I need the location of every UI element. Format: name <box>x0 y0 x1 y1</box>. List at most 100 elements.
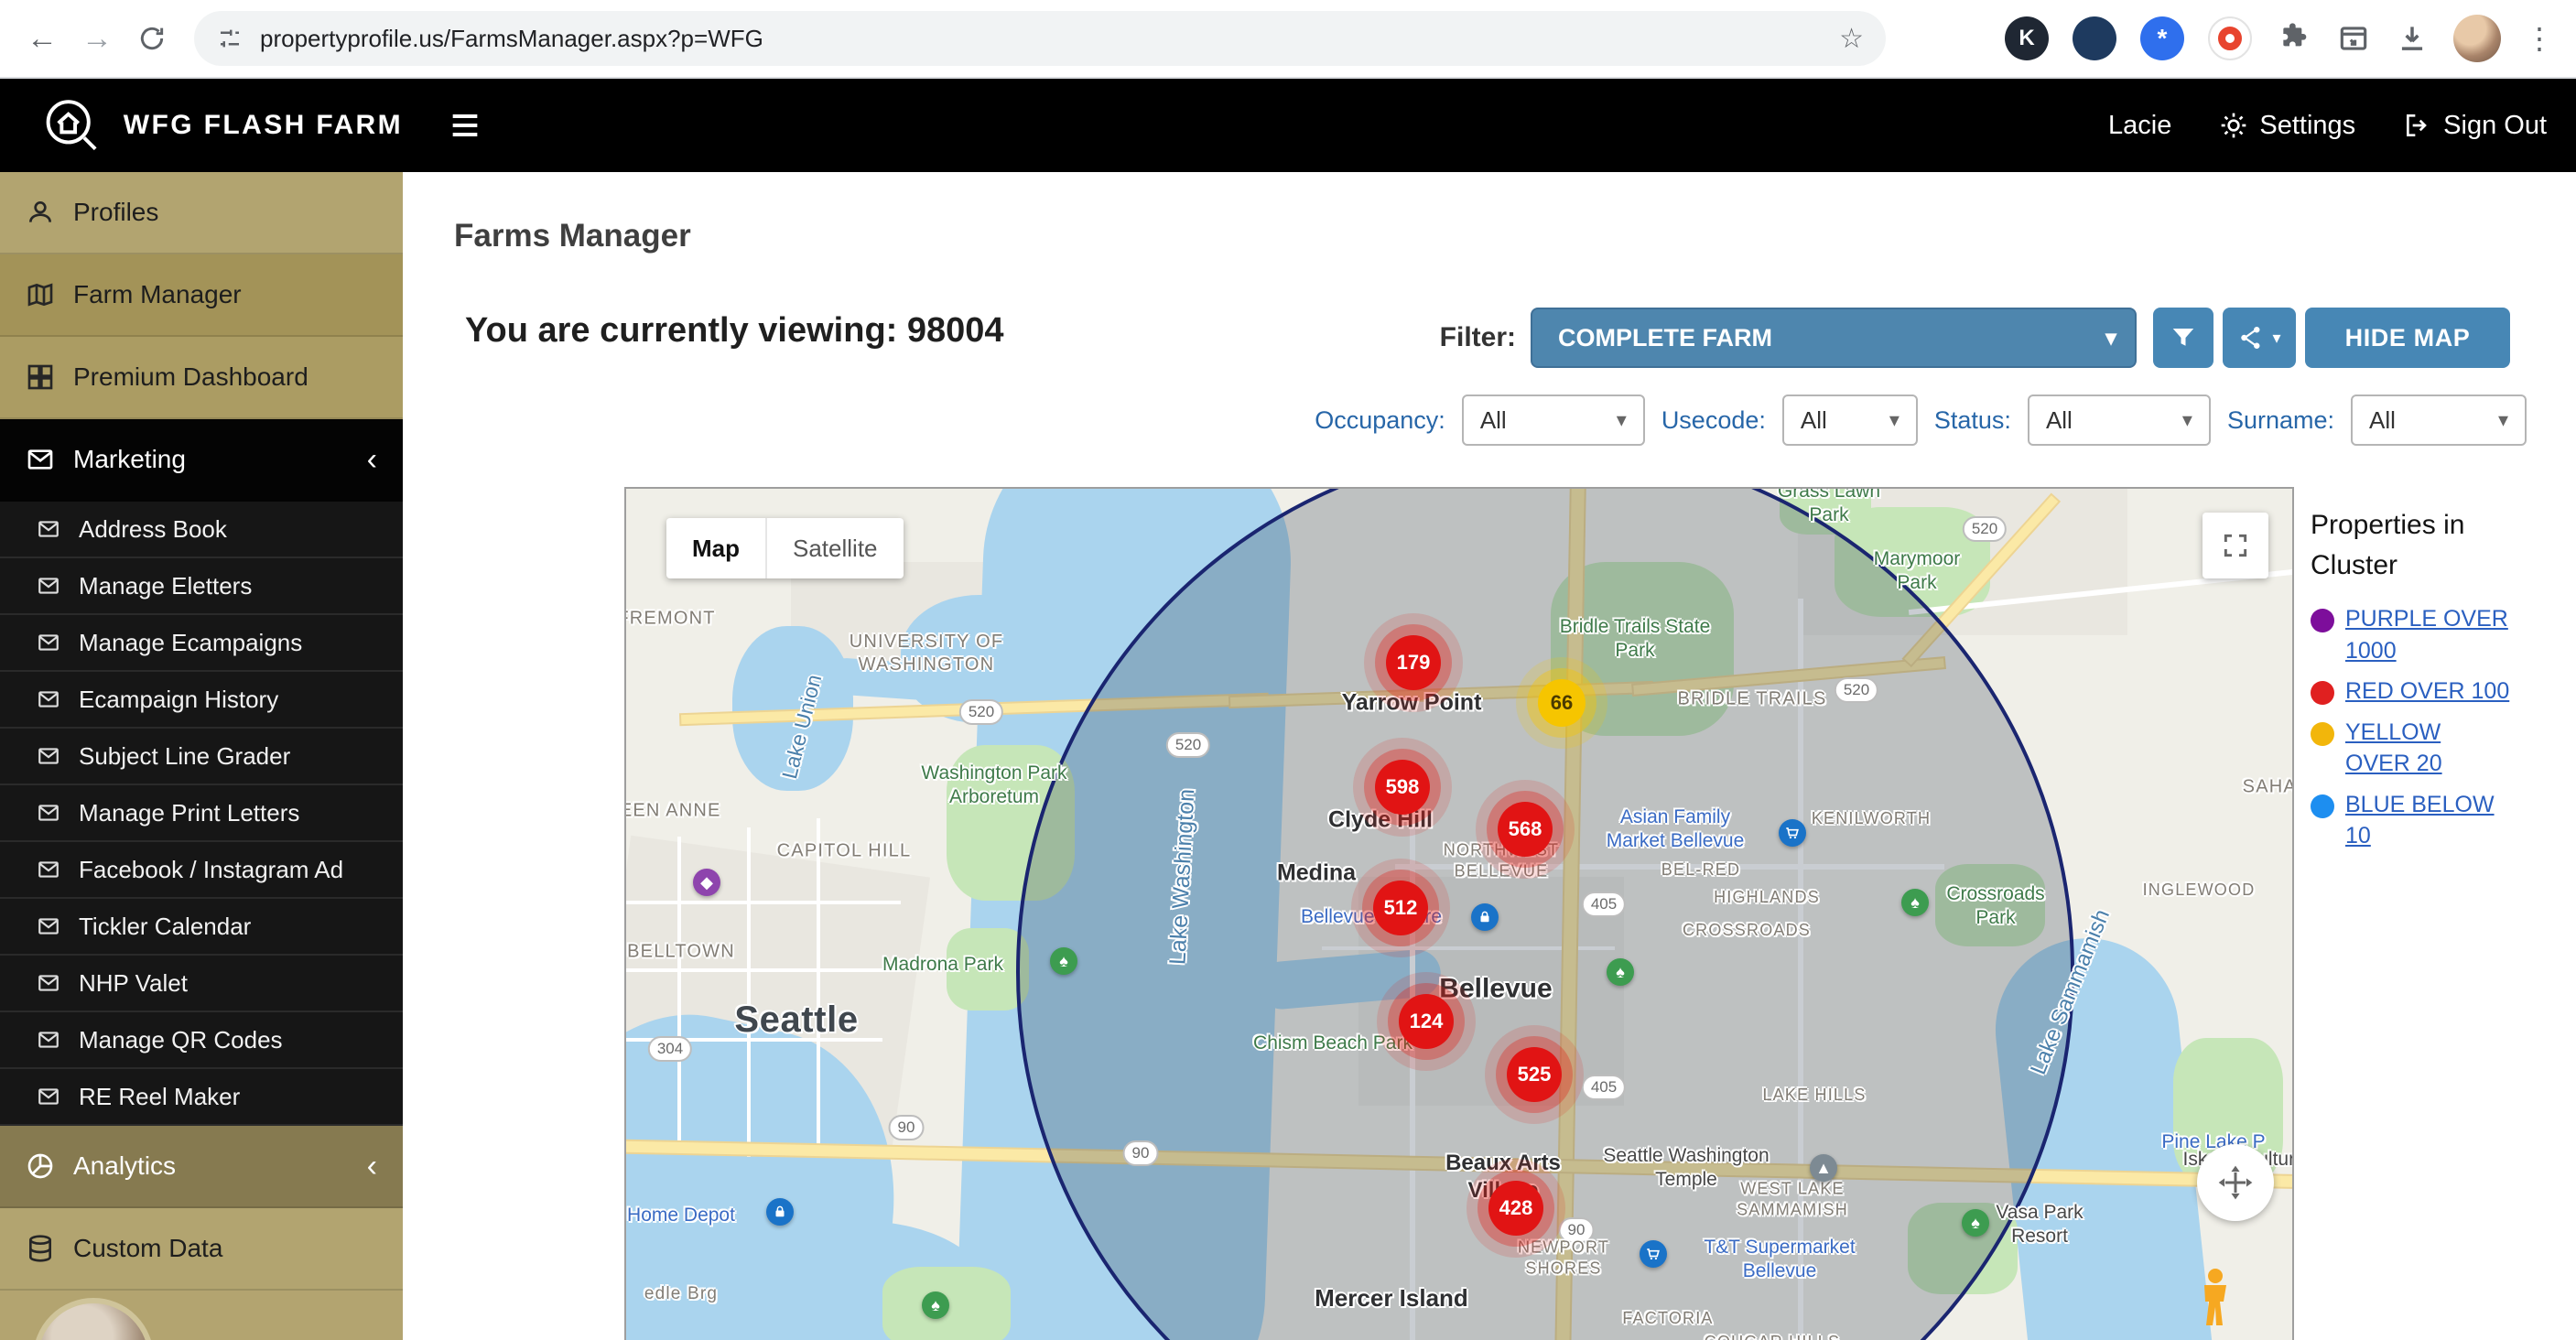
hide-map-button[interactable]: HIDE MAP <box>2305 308 2510 368</box>
user-name[interactable]: Lacie <box>2108 111 2171 141</box>
home-depot-poi-icon[interactable] <box>766 1198 794 1226</box>
settings-button[interactable]: Settings <box>2219 111 2355 141</box>
tree-poi-icon[interactable]: ♠ <box>1050 947 1077 975</box>
legend-label[interactable]: BLUE BELOW 10 <box>2345 789 2510 852</box>
sidebar-item-marketing[interactable]: Marketing ‹ <box>0 419 403 502</box>
sidebar-item-premium-dashboard[interactable]: Premium Dashboard <box>0 337 403 419</box>
chevron-collapse-icon: ‹ <box>367 1151 403 1182</box>
reload-icon[interactable] <box>124 11 179 66</box>
purple-dot-icon <box>2311 609 2334 632</box>
url-bar[interactable]: propertyprofile.us/FarmsManager.aspx?p=W… <box>194 11 1886 66</box>
tt-supermarket-cart-icon[interactable] <box>1640 1240 1667 1268</box>
temple-poi-icon[interactable]: ▲ <box>1810 1154 1837 1182</box>
sidebar-item-manage-eletters[interactable]: Manage Eletters <box>0 558 403 615</box>
map-view-button[interactable]: Map <box>666 518 767 578</box>
occupancy-select[interactable]: All ▾ <box>1462 394 1645 446</box>
brand-logo-area: WFG FLASH FARM <box>0 92 403 158</box>
sidebar-item-farm-manager[interactable]: Farm Manager <box>0 254 403 337</box>
signout-button[interactable]: Sign Out <box>2403 111 2547 141</box>
usecode-select[interactable]: All ▾ <box>1782 394 1918 446</box>
sidebar-item-subject-line-grader[interactable]: Subject Line Grader <box>0 729 403 785</box>
cluster-marker[interactable]: 568 <box>1498 802 1553 857</box>
bellevue-label: Bellevue <box>1439 971 1552 1006</box>
vasa-park-poi-icon[interactable]: ♠ <box>1962 1209 1989 1237</box>
database-icon <box>26 1234 55 1263</box>
status-select[interactable]: All ▾ <box>2028 394 2211 446</box>
viewing-text: You are currently viewing: 98004 <box>465 311 1004 351</box>
extension-ring-icon[interactable] <box>2208 16 2252 60</box>
route-shield-90: 90 <box>1123 1140 1159 1166</box>
cluster-marker[interactable]: 124 <box>1399 994 1454 1049</box>
sidebar-item-custom-data[interactable]: Custom Data <box>0 1208 403 1291</box>
sidebar-item-manage-qr-codes[interactable]: Manage QR Codes <box>0 1012 403 1069</box>
cluster-marker[interactable]: 512 <box>1373 881 1428 935</box>
browser-window-icon[interactable] <box>2336 21 2371 56</box>
url-text[interactable]: propertyprofile.us/FarmsManager.aspx?p=W… <box>260 25 1824 53</box>
cluster-marker[interactable]: 179 <box>1386 635 1441 690</box>
sidebar-item-analytics[interactable]: Analytics ‹ <box>0 1126 403 1208</box>
extension-asterisk-icon[interactable]: * <box>2140 16 2184 60</box>
extension-navy-icon[interactable] <box>2073 16 2116 60</box>
hide-map-label: HIDE MAP <box>2345 324 2471 352</box>
occupancy-value: All <box>1480 406 1507 435</box>
browser-toolbar: ← → propertyprofile.us/FarmsManager.aspx… <box>0 0 2576 79</box>
forward-icon[interactable]: → <box>70 11 124 66</box>
legend-label[interactable]: YELLOW OVER 20 <box>2345 717 2510 780</box>
wfg-logo-icon <box>40 92 103 158</box>
sidebar-item-tickler-calendar[interactable]: Tickler Calendar <box>0 899 403 956</box>
share-button[interactable]: ▾ <box>2223 308 2296 368</box>
filter-funnel-button[interactable] <box>2153 308 2213 368</box>
farm-filter-select[interactable]: COMPLETE FARM ▾ <box>1531 308 2137 368</box>
puzzle-icon[interactable] <box>2276 20 2312 57</box>
back-icon[interactable]: ← <box>15 11 70 66</box>
sidebar-user-avatar[interactable] <box>33 1298 154 1340</box>
hamburger-menu-icon[interactable] <box>447 107 483 144</box>
download-icon[interactable] <box>2395 21 2430 56</box>
sidebar-item-re-reel-maker[interactable]: RE Reel Maker <box>0 1069 403 1126</box>
yarrow-point-label: Yarrow Point <box>1342 688 1482 717</box>
sidebar-label: Ecampaign History <box>79 686 278 714</box>
browser-profile-avatar[interactable] <box>2453 15 2501 62</box>
satellite-view-button[interactable]: Satellite <box>767 518 904 578</box>
crossroads-park-poi-icon[interactable]: ♠ <box>1901 889 1929 916</box>
sidebar-item-address-book[interactable]: Address Book <box>0 502 403 558</box>
tree-poi-icon[interactable]: ♠ <box>1607 958 1634 986</box>
person-icon <box>26 198 55 227</box>
attraction-poi-icon[interactable]: ◆ <box>693 869 720 896</box>
asian-market-cart-icon[interactable] <box>1779 819 1806 847</box>
cluster-marker[interactable]: 428 <box>1488 1181 1543 1236</box>
cluster-legend: Properties in Cluster PURPLE OVER 1000 R… <box>2311 505 2534 861</box>
cluster-marker[interactable]: 66 <box>1538 679 1586 727</box>
browser-menu-icon[interactable]: ⋮ <box>2525 21 2554 56</box>
sidebar-label: Manage QR Codes <box>79 1026 283 1054</box>
cluster-marker[interactable]: 598 <box>1375 760 1430 815</box>
extension-k-icon[interactable]: K <box>2005 16 2049 60</box>
street <box>817 818 820 1157</box>
sidebar-item-profiles[interactable]: Profiles <box>0 172 403 254</box>
bridle-trails-label: BRIDLE TRAILS <box>1677 688 1826 711</box>
factoria-label: FACTORIA <box>1622 1308 1713 1329</box>
tree-poi-icon[interactable]: ♠ <box>922 1291 949 1319</box>
sidebar-item-manage-print-letters[interactable]: Manage Print Letters <box>0 785 403 842</box>
pegman-icon[interactable] <box>2197 1267 2234 1329</box>
status-value: All <box>2046 406 2073 435</box>
site-settings-icon[interactable] <box>216 25 244 52</box>
envelope-icon <box>37 801 60 825</box>
sidebar-item-ecampaign-history[interactable]: Ecampaign History <box>0 672 403 729</box>
legend-label[interactable]: RED OVER 100 <box>2345 675 2510 708</box>
browser-extensions: K * ⋮ <box>2005 15 2576 62</box>
chevron-down-icon: ▾ <box>2182 408 2192 432</box>
cluster-marker[interactable]: 525 <box>1507 1047 1562 1102</box>
legend-label[interactable]: PURPLE OVER 1000 <box>2345 603 2510 666</box>
madrona-park-label: Madrona Park <box>882 953 1003 977</box>
pan-control-button[interactable] <box>2197 1144 2274 1221</box>
google-map[interactable]: 520 520 520 520 405 405 90 90 90 304 Lak… <box>624 487 2294 1340</box>
surname-select[interactable]: All ▾ <box>2351 394 2527 446</box>
sidebar-item-nhp-valet[interactable]: NHP Valet <box>0 956 403 1012</box>
fullscreen-button[interactable] <box>2203 513 2268 578</box>
vasa-park-resort-label: Vasa Park Resort <box>1983 1201 2096 1249</box>
sidebar-item-manage-ecampaigns[interactable]: Manage Ecampaigns <box>0 615 403 672</box>
bookmark-star-icon[interactable]: ☆ <box>1839 23 1864 55</box>
sidebar-item-facebook-instagram-ad[interactable]: Facebook / Instagram Ad <box>0 842 403 899</box>
lock-poi-icon[interactable] <box>1471 903 1499 931</box>
